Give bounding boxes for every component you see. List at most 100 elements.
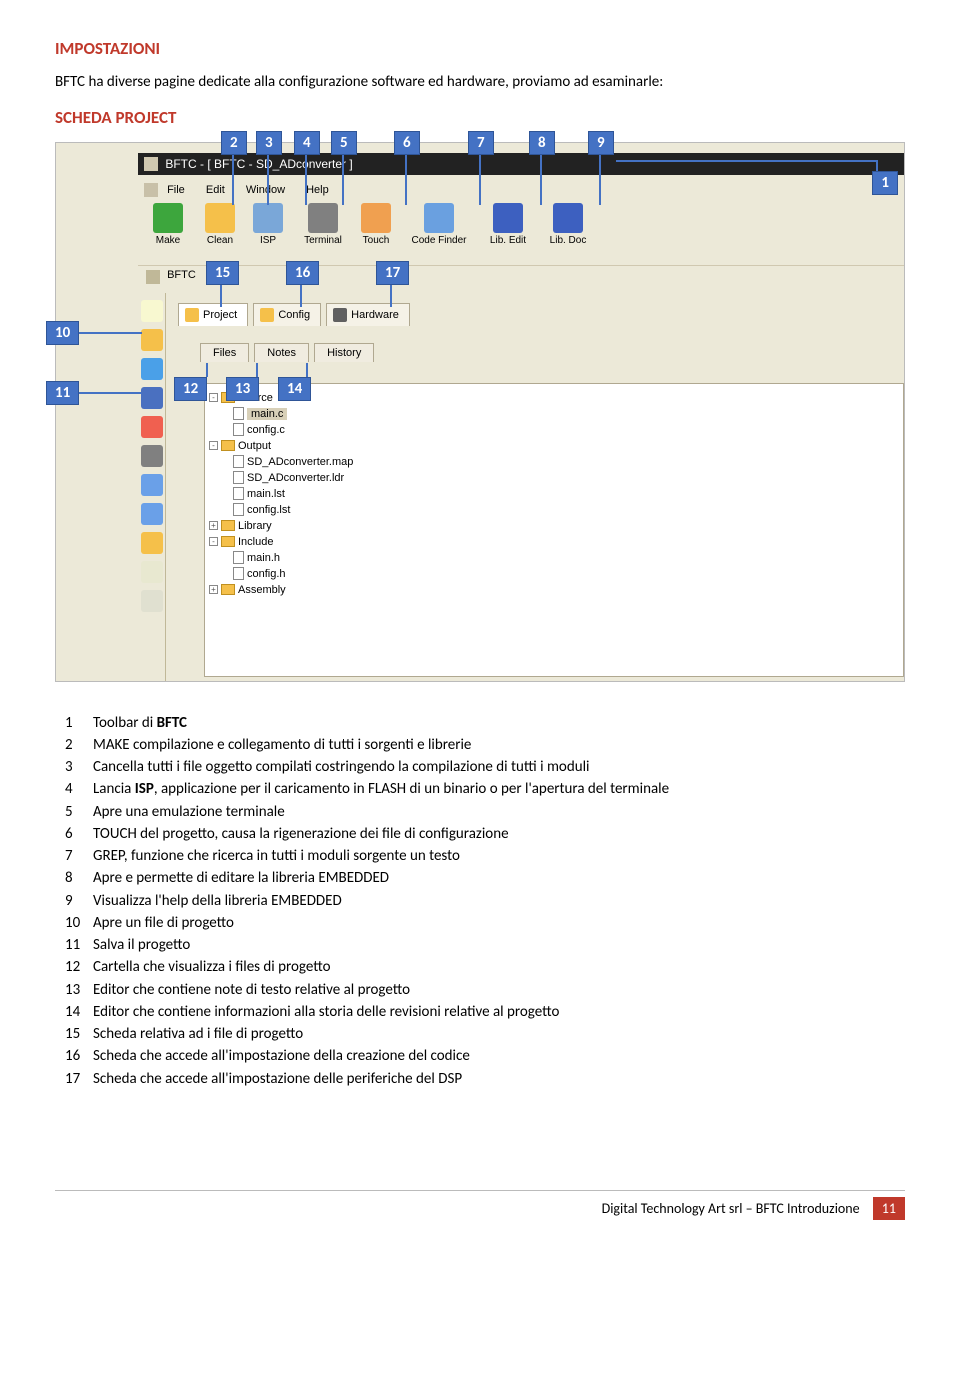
title-bar: BFTC - [ BFTC - SD_ADconverter ] [138,153,904,175]
page-heading: IMPOSTAZIONI [55,38,905,59]
footer-text: Digital Technology Art srl – BFTC Introd… [602,1200,860,1217]
legend-item: 15Scheda relativa ad i file di progetto [65,1023,905,1045]
vt-copy-icon[interactable] [141,561,163,583]
legend-list: 1Toolbar di BFTC2MAKE compilazione e col… [65,712,905,1090]
section-heading: SCHEDA PROJECT [55,107,905,128]
subtab-history[interactable]: History [314,343,374,362]
badge-13: 13 [226,377,259,401]
vt-bird-icon[interactable] [141,358,163,380]
libdoc-button[interactable]: Lib. Doc [538,203,598,246]
tree-map[interactable]: SD_ADconverter.map [247,456,353,468]
badge-10: 10 [46,321,79,345]
folder-icon [185,308,199,322]
tab-icon [146,270,160,284]
make-button[interactable]: Make [138,203,198,246]
vt-undo-icon[interactable] [141,474,163,496]
menu-window[interactable]: Window [246,184,285,196]
project-tree[interactable]: -Source main.c config.c -Output SD_ADcon… [204,383,904,677]
title-text: BFTC - [ BFTC - SD_ADconverter ] [165,157,352,171]
page-number: 11 [873,1197,905,1220]
menu-icon [144,183,158,197]
touch-button[interactable]: Touch [353,203,399,246]
app-icon [144,157,158,171]
menubar: File Edit Window Help [138,179,904,201]
codefinder-button[interactable]: Code Finder [402,203,476,246]
badge-8: 8 [529,131,555,155]
tree-configlst[interactable]: config.lst [247,504,290,516]
badge-15: 15 [206,261,239,285]
subtab-notes[interactable]: Notes [254,343,309,362]
legend-item: 10Apre un file di progetto [65,912,905,934]
vt-save-icon[interactable] [141,387,163,409]
vt-new-icon[interactable] [141,300,163,322]
panel-subtabs: Files Notes History [200,343,376,367]
legend-item: 7GREP, funzione che ricerca in tutti i m… [65,845,905,867]
legend-item: 5Apre una emulazione terminale [65,801,905,823]
legend-item: 9Visualizza l'help della libreria EMBEDD… [65,890,905,912]
clean-button[interactable]: Clean [196,203,244,246]
legend-item: 12Cartella che visualizza i files di pro… [65,956,905,978]
vt-saveall-icon[interactable] [141,416,163,438]
badge-16: 16 [286,261,319,285]
menu-help[interactable]: Help [306,184,329,196]
tree-configh[interactable]: config.h [247,568,286,580]
tab-config[interactable]: Config [253,303,321,326]
clean-icon [205,203,235,233]
tab-project[interactable]: Project [178,303,248,326]
vt-open-icon[interactable] [141,329,163,351]
main-toolbar: Make Clean ISP Terminal Touch Code Finde… [138,201,904,261]
badge-3: 3 [256,131,282,155]
tree-library[interactable]: Library [238,520,272,532]
badge-12: 12 [174,377,207,401]
badge-5: 5 [331,131,357,155]
badge-2: 2 [221,131,247,155]
tree-assembly[interactable]: Assembly [238,584,286,596]
legend-item: 16Scheda che accede all'impostazione del… [65,1045,905,1067]
project-panel: Project Config Hardware Files Notes Hist… [170,293,904,681]
libedit-button[interactable]: Lib. Edit [478,203,538,246]
vt-cut-icon[interactable] [141,532,163,554]
badge-7: 7 [468,131,494,155]
tree-include[interactable]: Include [238,536,273,548]
vt-paste-icon[interactable] [141,590,163,612]
legend-item: 4Lancia ISP, applicazione per il caricam… [65,778,905,800]
tree-mainlst[interactable]: main.lst [247,488,285,500]
tree-mainh[interactable]: main.h [247,552,280,564]
make-icon [153,203,183,233]
panel-tabs: Project Config Hardware [178,303,412,329]
isp-button[interactable]: ISP [244,203,292,246]
vt-print-icon[interactable] [141,445,163,467]
wrench-icon [260,308,274,322]
terminal-button[interactable]: Terminal [293,203,353,246]
badge-1: 1 [872,171,898,195]
legend-item: 6TOUCH del progetto, causa la rigenerazi… [65,823,905,845]
tab-hardware[interactable]: Hardware [326,303,410,326]
tree-ldr[interactable]: SD_ADconverter.ldr [247,472,344,484]
legend-item: 2MAKE compilazione e collegamento di tut… [65,734,905,756]
badge-6: 6 [394,131,420,155]
libdoc-icon [553,203,583,233]
legend-item: 8Apre e permette di editare la libreria … [65,867,905,889]
menu-file[interactable]: File [167,184,185,196]
legend-item: 17Scheda che accede all'impostazione del… [65,1068,905,1090]
vt-redo-icon[interactable] [141,503,163,525]
subtab-files[interactable]: Files [200,343,249,362]
legend-item: 11Salva il progetto [65,934,905,956]
legend-item: 13Editor che contiene note di testo rela… [65,979,905,1001]
badge-9: 9 [588,131,614,155]
menu-edit[interactable]: Edit [206,184,225,196]
badge-14: 14 [278,377,311,401]
app-screenshot: 2 3 4 5 6 7 8 9 1 BFTC - [ BFTC - SD_ADc… [55,142,905,682]
legend-item: 3Cancella tutti i file oggetto compilati… [65,756,905,778]
tree-mainc[interactable]: main.c [247,408,287,420]
legend-item: 1Toolbar di BFTC [65,712,905,734]
legend-item: 14Editor che contiene informazioni alla … [65,1001,905,1023]
tree-output[interactable]: Output [238,440,271,452]
tab-bftc[interactable]: BFTC [167,269,196,281]
isp-icon [253,203,283,233]
footer: Digital Technology Art srl – BFTC Introd… [55,1190,905,1220]
intro-text: BFTC ha diverse pagine dedicate alla con… [55,73,905,93]
tree-configc[interactable]: config.c [247,424,285,436]
terminal-icon [308,203,338,233]
badge-17: 17 [376,261,409,285]
